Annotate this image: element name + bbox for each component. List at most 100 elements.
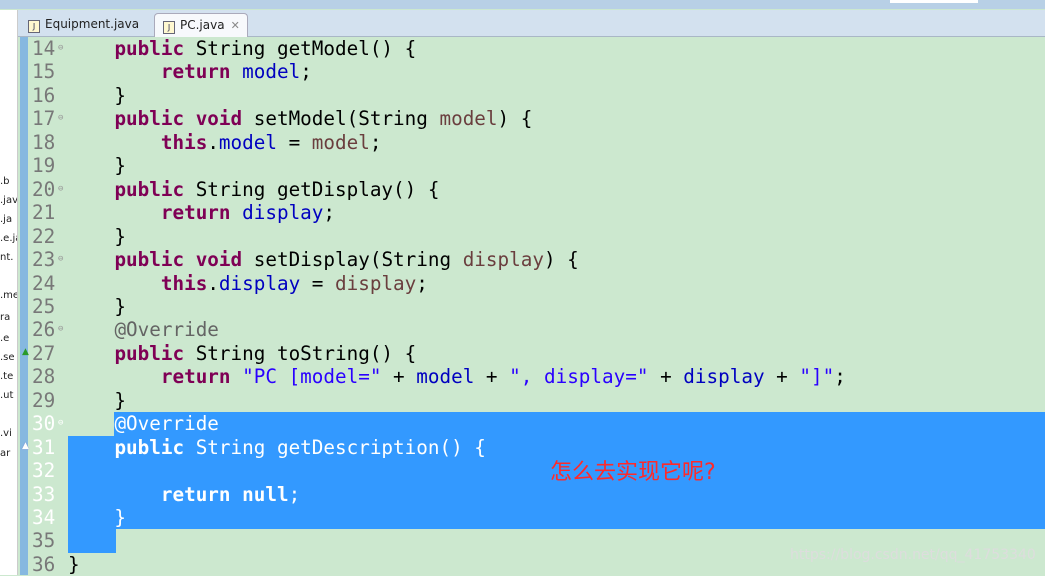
token-field: model xyxy=(218,130,277,154)
code-line[interactable]: 25 } xyxy=(28,295,1045,318)
line-number: 16 xyxy=(32,83,56,107)
token-field: model xyxy=(242,60,301,84)
token-kw: return xyxy=(160,482,231,506)
code-line[interactable]: 23 ⊖ public void setDisplay(String displa… xyxy=(28,248,1045,271)
close-icon[interactable]: ✕ xyxy=(231,19,240,32)
code-line[interactable]: 24 this.display = display; xyxy=(28,272,1045,295)
token-field: display xyxy=(683,365,765,389)
code-text: @Override xyxy=(68,412,219,436)
code-line[interactable]: 32 xyxy=(28,459,1045,483)
token-plain: . xyxy=(207,130,219,154)
line-number: 25 xyxy=(32,294,56,318)
code-text: } xyxy=(68,553,80,576)
fold-toggle-icon[interactable]: ⊖ xyxy=(58,37,63,60)
code-text: } xyxy=(68,154,126,177)
code-text: @Override xyxy=(68,318,218,341)
code-line[interactable]: 30 ⊖ @Override xyxy=(28,412,1045,436)
token-str: "]" xyxy=(799,365,835,389)
java-file-icon: J xyxy=(163,21,175,34)
token-plain: ; xyxy=(323,201,336,225)
token-kw: null xyxy=(242,482,289,506)
fold-toggle-icon[interactable]: ⊖ xyxy=(58,178,63,201)
editor-tab-strip: J Equipment.java J PC.java ✕ xyxy=(18,10,1045,37)
fold-toggle-icon[interactable]: ⊖ xyxy=(58,107,63,130)
explorer-item[interactable]: .e xyxy=(0,333,9,344)
tab-pc-java[interactable]: J PC.java ✕ xyxy=(154,13,248,37)
explorer-item[interactable]: .vi xyxy=(0,428,12,439)
line-number: 29 xyxy=(32,388,56,412)
explorer-item[interactable]: ra xyxy=(0,312,10,323)
code-line[interactable]: 27 public String toString() { xyxy=(28,342,1045,365)
tab-label: PC.java xyxy=(180,18,225,32)
code-line[interactable]: 17 ⊖ public void setModel(String model) { xyxy=(28,107,1045,130)
explorer-item[interactable]: .jav xyxy=(0,195,17,206)
code-text: public String toString() { xyxy=(68,342,416,365)
line-number: 20 xyxy=(32,177,56,201)
token-plain: = xyxy=(276,130,312,154)
fold-toggle-icon[interactable]: ⊖ xyxy=(58,248,63,271)
fold-toggle-icon[interactable]: ⊖ xyxy=(58,412,63,435)
code-line[interactable]: 33 return null; xyxy=(28,482,1045,506)
code-line[interactable]: 15 return model; xyxy=(28,60,1045,83)
explorer-item[interactable]: .b xyxy=(0,176,10,187)
explorer-item[interactable]: .me xyxy=(0,290,17,301)
code-line[interactable]: 31 public String getDescription() { xyxy=(28,435,1045,460)
code-text: return "PC [model=" + model + ", display… xyxy=(68,365,846,388)
code-line[interactable]: 28 return "PC [model=" + model + ", disp… xyxy=(28,365,1045,388)
explorer-item[interactable]: .ut xyxy=(0,390,13,401)
token-plain: String toString() { xyxy=(184,341,417,365)
code-text: public String getDescription() { xyxy=(68,436,485,459)
explorer-item[interactable]: nt. xyxy=(0,252,13,263)
code-line[interactable]: 19 } xyxy=(28,154,1045,177)
token-plain: setModel(String xyxy=(242,107,440,131)
code-line[interactable]: 34 } xyxy=(28,506,1045,530)
explorer-item[interactable]: ar xyxy=(0,448,10,459)
code-text: } xyxy=(68,389,126,412)
token-plain: ; xyxy=(288,482,301,506)
code-line[interactable]: 18 this.model = model; xyxy=(28,131,1045,154)
token-kw: public xyxy=(114,37,185,60)
explorer-item[interactable]: .se xyxy=(0,352,15,363)
code-line[interactable]: 16 } xyxy=(28,84,1045,107)
overview-ruler[interactable] xyxy=(20,37,28,575)
token-plain: + xyxy=(474,365,510,389)
line-number: 30 xyxy=(32,412,56,436)
code-text: return model; xyxy=(68,60,312,83)
token-plain: String getDisplay() { xyxy=(184,177,440,201)
code-text: return null; xyxy=(68,483,300,506)
token-plain: + xyxy=(381,365,417,389)
code-line[interactable]: 26 ⊖ @Override xyxy=(28,318,1045,341)
token-kw: void xyxy=(195,248,243,272)
annotation-note: 怎么去实现它呢? xyxy=(550,460,716,485)
code-editor[interactable]: 14 ⊖ public String getModel() {15 return … xyxy=(28,37,1045,576)
override-marker-icon[interactable]: ▲ xyxy=(22,347,29,357)
explorer-item[interactable]: .e.ja xyxy=(0,233,17,244)
fold-toggle-icon[interactable]: ⊖ xyxy=(58,318,63,341)
tab-equipment-java[interactable]: J Equipment.java xyxy=(20,13,148,36)
line-number: 33 xyxy=(32,482,56,506)
token-ann: @Override xyxy=(114,412,219,436)
explorer-item[interactable]: .te xyxy=(0,371,13,382)
code-line[interactable]: 21 return display; xyxy=(28,201,1045,224)
token-plain: ; xyxy=(416,271,428,295)
code-line[interactable]: 20 ⊖ public String getDisplay() { xyxy=(28,178,1045,201)
code-line[interactable]: 22 } xyxy=(28,225,1045,248)
code-text: public void setModel(String model) { xyxy=(68,107,532,130)
code-line[interactable]: 29 } xyxy=(28,389,1045,412)
quick-access-input[interactable] xyxy=(890,0,978,3)
implement-marker-icon[interactable]: ▲ xyxy=(22,441,29,451)
token-field: display xyxy=(242,201,324,225)
line-number: 32 xyxy=(32,459,56,483)
token-plain: ) { xyxy=(497,107,533,131)
token-kw: public xyxy=(114,248,185,272)
explorer-item[interactable]: .ja xyxy=(0,214,12,225)
token-plain: } xyxy=(68,388,127,412)
code-line[interactable]: 14 ⊖ public String getModel() { xyxy=(28,37,1045,60)
